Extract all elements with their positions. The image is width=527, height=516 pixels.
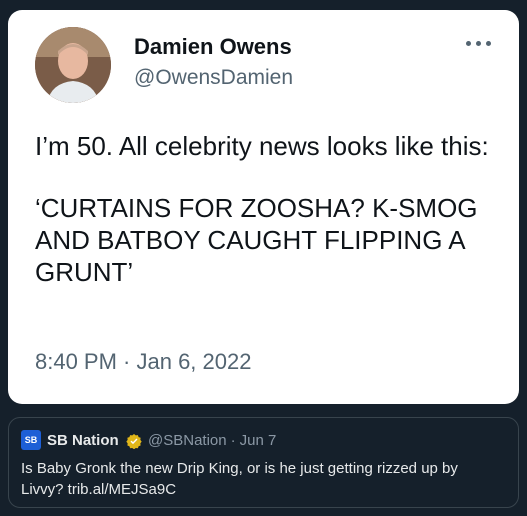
sbnation-logo-icon[interactable]: SB — [21, 430, 41, 450]
tweet-timestamp[interactable]: 8:40 PM · Jan 6, 2022 — [35, 349, 251, 375]
quoted-author-handle[interactable]: @SBNation — [148, 432, 227, 449]
quoted-author-name[interactable]: SB Nation — [47, 432, 119, 449]
author-avatar[interactable] — [35, 27, 111, 103]
more-options-button[interactable] — [466, 34, 502, 52]
tweet-card[interactable]: Damien Owens @OwensDamien I’m 50. All ce… — [8, 10, 519, 404]
gold-verified-badge-icon — [126, 434, 142, 449]
more-horizontal-icon — [466, 40, 471, 46]
quoted-date[interactable]: Jun 7 — [240, 432, 277, 449]
author-name[interactable]: Damien Owens — [134, 34, 292, 60]
separator-dot: · — [230, 432, 236, 449]
quoted-tweet[interactable]: SB SB Nation @SBNation · Jun 7 Is Baby Gro… — [8, 417, 519, 508]
more-horizontal-icon — [486, 40, 491, 46]
quoted-tweet-text: Is Baby Gronk the new Drip King, or is h… — [21, 460, 458, 498]
tweet-text: I’m 50. All celebrity news looks like th… — [35, 130, 505, 318]
tweet-text-line: I’m 50. All celebrity news looks like th… — [35, 131, 489, 161]
quoted-handle-line: @SBNation · Jun 7 — [148, 432, 276, 449]
more-horizontal-icon — [476, 40, 481, 46]
author-handle[interactable]: @OwensDamien — [134, 66, 293, 90]
tweet-text-line: ‘CURTAINS FOR ZOOSHA? K-SMOG AND BATBOY … — [35, 193, 478, 287]
